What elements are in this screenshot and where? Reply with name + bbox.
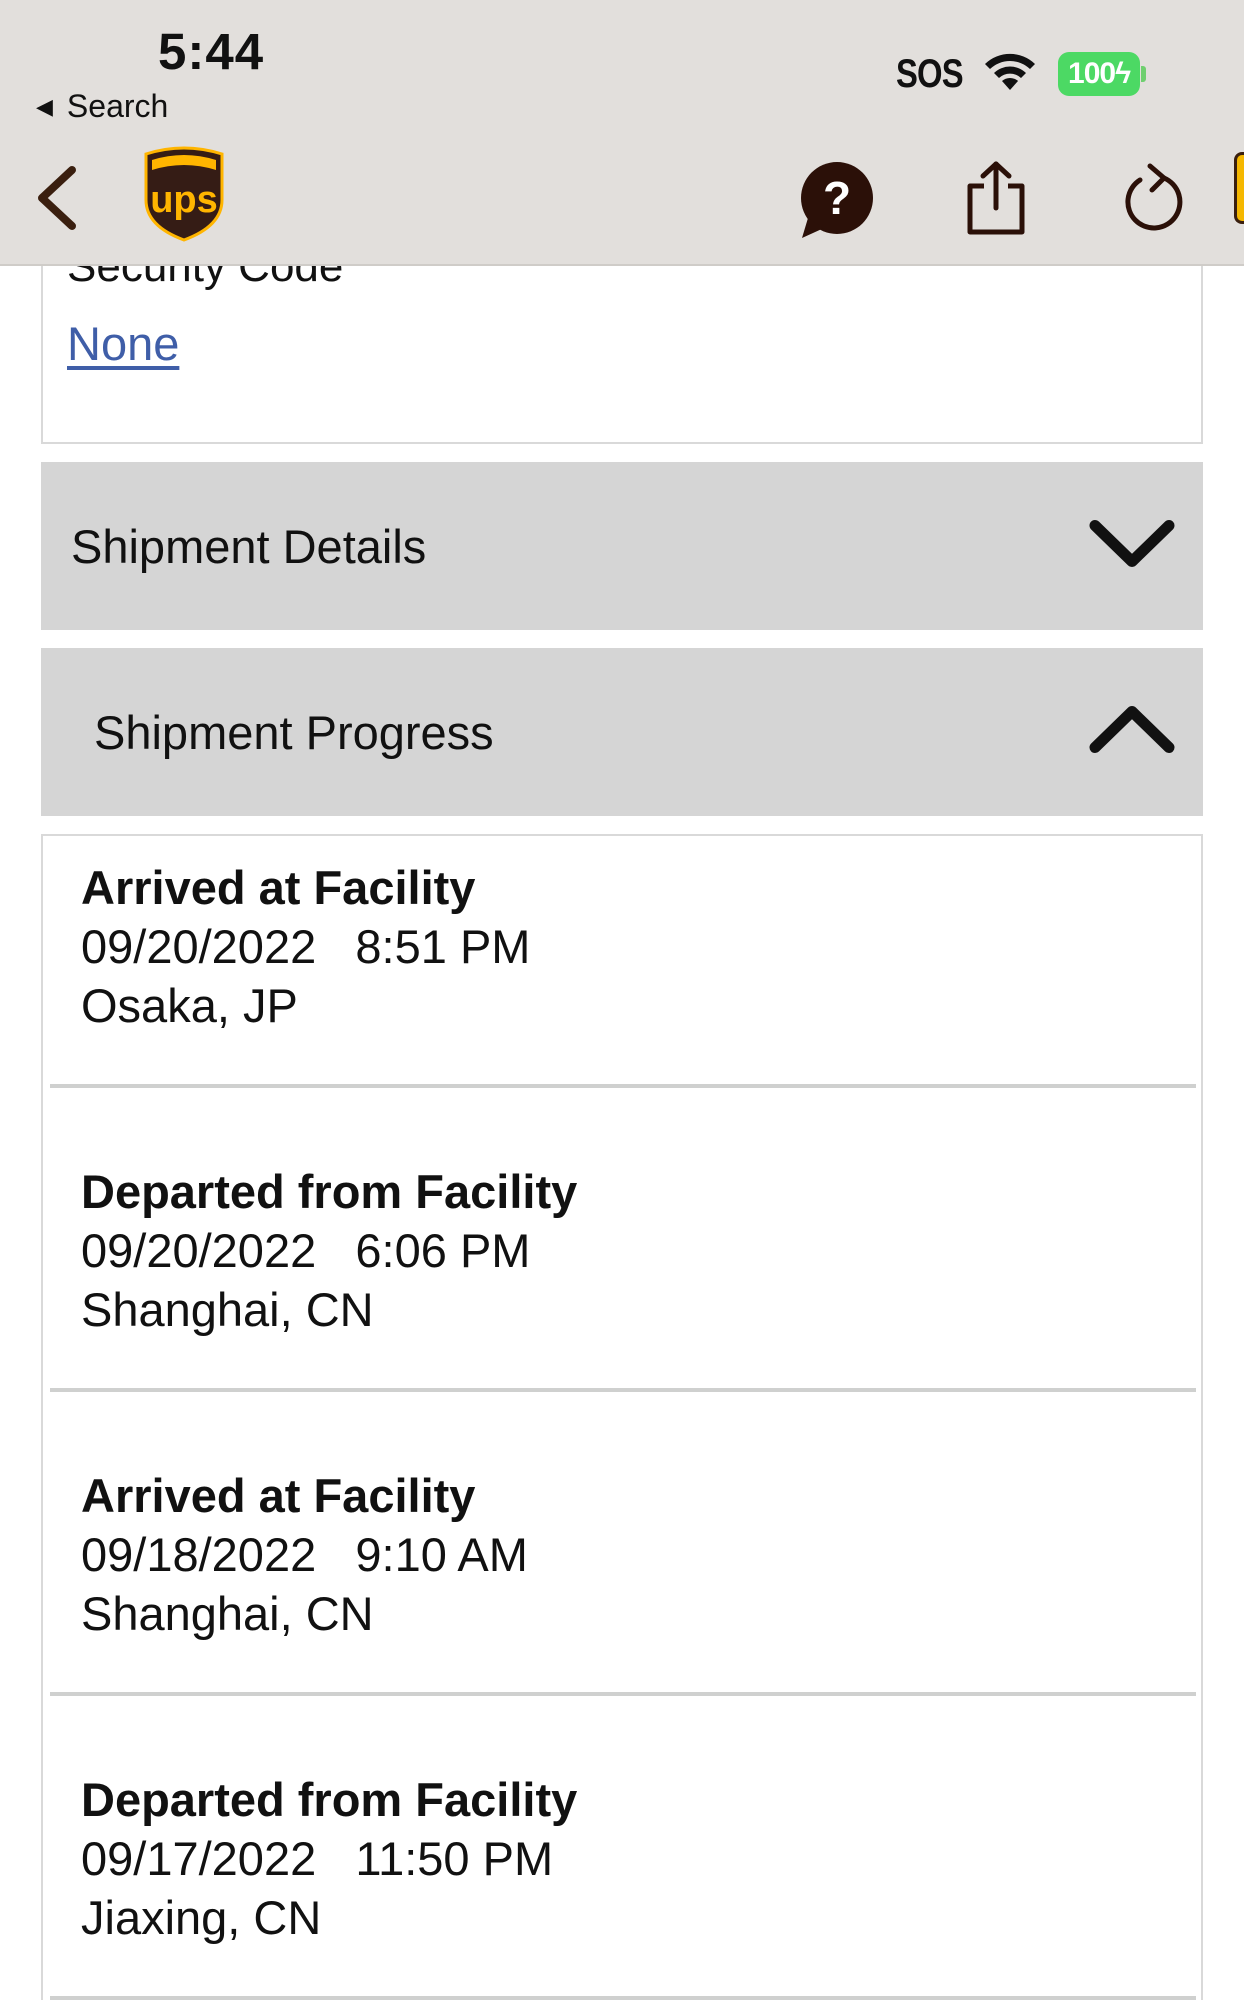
progress-event: Arrived at Facility 09/18/2022 9:10 AM S…	[43, 1392, 1201, 1696]
security-code-card: Security Code None	[41, 266, 1203, 444]
event-location: Shanghai, CN	[81, 1587, 374, 1640]
shipment-progress-accordion[interactable]: Shipment Progress	[41, 648, 1203, 816]
shipment-details-title: Shipment Details	[71, 519, 427, 573]
event-datetime: 09/20/2022 6:06 PM	[81, 1223, 530, 1278]
event-time: 9:10 AM	[355, 1528, 528, 1581]
event-time: 11:50 PM	[355, 1832, 554, 1885]
partial-logo-icon	[1234, 152, 1244, 224]
event-status: Departed from Facility	[81, 1773, 578, 1826]
event-location: Shanghai, CN	[81, 1283, 374, 1336]
charging-bolt-icon: ϟ	[1115, 57, 1131, 90]
event-datetime: 09/17/2022 11:50 PM	[81, 1831, 553, 1886]
battery-indicator: 100 ϟ	[1058, 52, 1146, 96]
share-icon[interactable]	[964, 160, 1028, 241]
back-chevron-icon[interactable]	[30, 162, 86, 234]
carrier-status: SOS	[896, 52, 964, 96]
event-status: Arrived at Facility	[81, 1469, 476, 1522]
back-to-app-link[interactable]: ◀ Search	[36, 88, 168, 125]
event-location: Jiaxing, CN	[81, 1891, 322, 1944]
event-datetime: 09/20/2022 8:51 PM	[81, 919, 530, 974]
security-code-label: Security Code	[67, 266, 344, 291]
event-location: Osaka, JP	[81, 979, 298, 1032]
back-to-app-label: Search	[66, 88, 169, 124]
security-code-link[interactable]: None	[67, 316, 179, 371]
chevron-up-icon	[1087, 702, 1177, 763]
ups-logo: ups	[142, 146, 226, 247]
ups-logo-text: ups	[150, 179, 218, 221]
back-triangle-icon: ◀	[36, 93, 53, 119]
wifi-icon	[980, 50, 1040, 99]
event-divider	[50, 1996, 1196, 2000]
help-icon[interactable]: ?	[798, 162, 876, 247]
status-time: 5:44	[158, 23, 265, 80]
progress-event: Arrived at Facility 09/20/2022 8:51 PM O…	[43, 836, 1201, 1088]
event-date: 09/18/2022	[81, 1528, 317, 1581]
shipment-details-accordion[interactable]: Shipment Details	[41, 462, 1203, 630]
shipment-progress-title: Shipment Progress	[94, 705, 494, 759]
event-date: 09/17/2022	[81, 1832, 317, 1885]
shipment-progress-list: Arrived at Facility 09/20/2022 8:51 PM O…	[41, 834, 1203, 2000]
event-date: 09/20/2022	[81, 1224, 317, 1277]
refresh-icon[interactable]	[1118, 162, 1184, 239]
event-date: 09/20/2022	[81, 920, 317, 973]
chevron-down-icon	[1087, 516, 1177, 577]
event-status: Departed from Facility	[81, 1165, 578, 1218]
event-datetime: 09/18/2022 9:10 AM	[81, 1527, 528, 1582]
battery-level: 100	[1068, 57, 1116, 90]
event-time: 8:51 PM	[355, 920, 531, 973]
top-bar: 5:44 ◀ Search SOS 100 ϟ ups ?	[0, 0, 1244, 266]
svg-text:?: ?	[823, 172, 851, 224]
event-status: Arrived at Facility	[81, 861, 476, 914]
progress-event: Departed from Facility 09/17/2022 11:50 …	[43, 1696, 1201, 2000]
progress-event: Departed from Facility 09/20/2022 6:06 P…	[43, 1088, 1201, 1392]
event-time: 6:06 PM	[355, 1224, 531, 1277]
